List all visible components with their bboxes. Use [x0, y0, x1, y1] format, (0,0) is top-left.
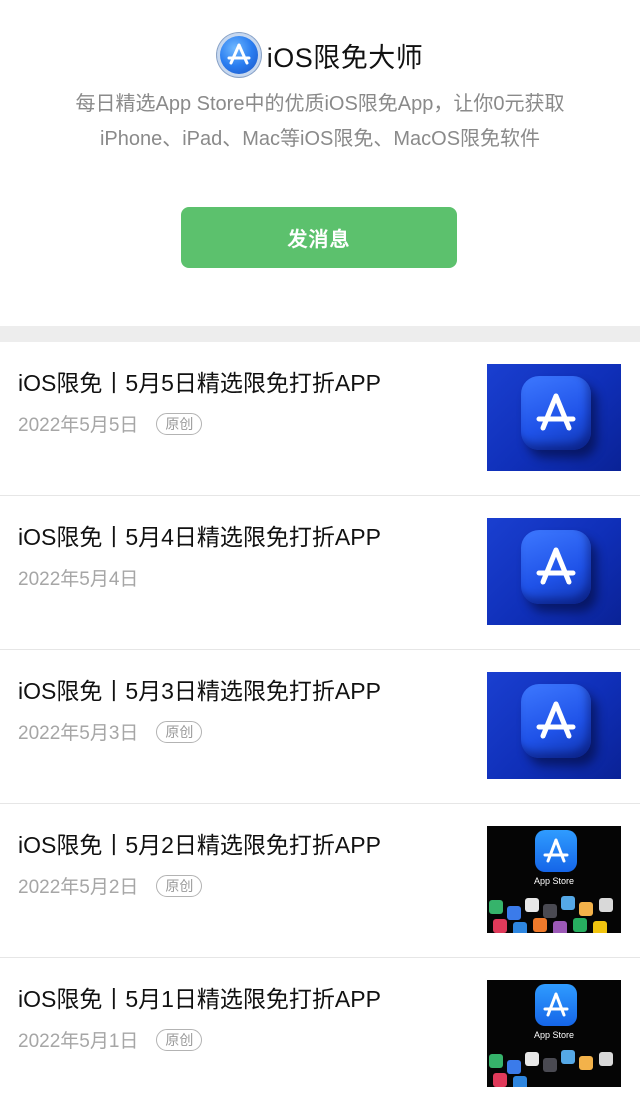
- article-meta: 2022年5月2日 原创: [18, 872, 203, 899]
- app-icon: [579, 1056, 593, 1070]
- article-row[interactable]: iOS限免丨5月5日精选限免打折APP 2022年5月5日 原创: [0, 342, 640, 496]
- article-row[interactable]: iOS限免丨5月4日精选限免打折APP 2022年5月4日: [0, 496, 640, 650]
- article-thumbnail[interactable]: App Store: [487, 826, 621, 933]
- original-badge: 原创: [156, 412, 203, 435]
- article-row[interactable]: iOS限免丨5月2日精选限免打折APP 2022年5月2日 原创 App Sto…: [0, 804, 640, 958]
- article-date: 2022年5月4日: [18, 569, 139, 590]
- original-badge: 原创: [156, 874, 203, 897]
- account-name: iOS限免大师: [266, 42, 424, 73]
- app-icon: [543, 1058, 557, 1072]
- app-icon: [599, 1052, 613, 1066]
- app-icon: [593, 921, 607, 933]
- article-date: 2022年5月1日: [18, 1031, 139, 1052]
- app-icon: [507, 906, 521, 920]
- app-icon: [525, 898, 539, 912]
- article-thumbnail[interactable]: [487, 364, 621, 471]
- app-store-label: App Store: [533, 1030, 575, 1040]
- app-icon: [543, 904, 557, 918]
- article-date: 2022年5月2日: [18, 877, 139, 898]
- app-icon: [489, 900, 503, 914]
- article-title[interactable]: iOS限免丨5月4日精选限免打折APP: [18, 518, 381, 552]
- app-icon: [561, 1050, 575, 1064]
- article-meta: 2022年5月5日 原创: [18, 410, 203, 437]
- app-icon: [579, 902, 593, 916]
- app-store-label: App Store: [533, 876, 575, 886]
- article-thumbnail[interactable]: [487, 518, 621, 625]
- app-icon: [507, 1060, 521, 1074]
- app-icon: [513, 922, 527, 933]
- article-meta: 2022年5月3日 原创: [18, 718, 203, 745]
- app-icon: [493, 1073, 507, 1087]
- original-badge: 原创: [156, 1028, 203, 1051]
- article-row[interactable]: iOS限免丨5月1日精选限免打折APP 2022年5月1日 原创 App Sto…: [0, 958, 640, 1107]
- account-description-line2: iPhone、iPad、Mac等iOS限免、MacOS限免软件: [99, 128, 541, 150]
- article-thumbnail[interactable]: App Store: [487, 980, 621, 1087]
- article-title[interactable]: iOS限免丨5月1日精选限免打折APP: [18, 980, 381, 1014]
- app-store-icon: [535, 984, 577, 1026]
- send-message-button[interactable]: 发消息: [181, 207, 457, 268]
- article-date: 2022年5月5日: [18, 415, 139, 436]
- app-icon: [533, 918, 547, 932]
- app-icon: [573, 918, 587, 932]
- section-divider: [0, 326, 640, 342]
- article-title[interactable]: iOS限免丨5月2日精选限免打折APP: [18, 826, 381, 860]
- app-icon: [489, 1054, 503, 1068]
- article-date: 2022年5月3日: [18, 723, 139, 744]
- profile-header: iOS限免大师 每日精选App Store中的优质iOS限免App，让你0元获取…: [0, 0, 640, 326]
- article-meta: 2022年5月1日 原创: [18, 1026, 203, 1053]
- original-badge: 原创: [156, 720, 203, 743]
- app-store-icon[interactable]: [216, 33, 261, 77]
- article-list: iOS限免丨5月5日精选限免打折APP 2022年5月5日 原创 iOS限免丨5…: [0, 342, 640, 1107]
- app-icon: [525, 1052, 539, 1066]
- article-meta: 2022年5月4日: [18, 564, 138, 591]
- article-row[interactable]: iOS限免丨5月3日精选限免打折APP 2022年5月3日 原创: [0, 650, 640, 804]
- account-title-row: iOS限免大师: [0, 32, 640, 78]
- account-description-line1: 每日精选App Store中的优质iOS限免App，让你0元获取: [75, 93, 565, 115]
- article-title[interactable]: iOS限免丨5月5日精选限免打折APP: [18, 364, 381, 398]
- app-icon: [493, 919, 507, 933]
- app-icon: [599, 898, 613, 912]
- article-title[interactable]: iOS限免丨5月3日精选限免打折APP: [18, 672, 381, 706]
- app-icon: [513, 1076, 527, 1087]
- article-thumbnail[interactable]: [487, 672, 621, 779]
- app-icon: [553, 921, 567, 933]
- app-icon: [561, 896, 575, 910]
- app-store-icon: [535, 830, 577, 872]
